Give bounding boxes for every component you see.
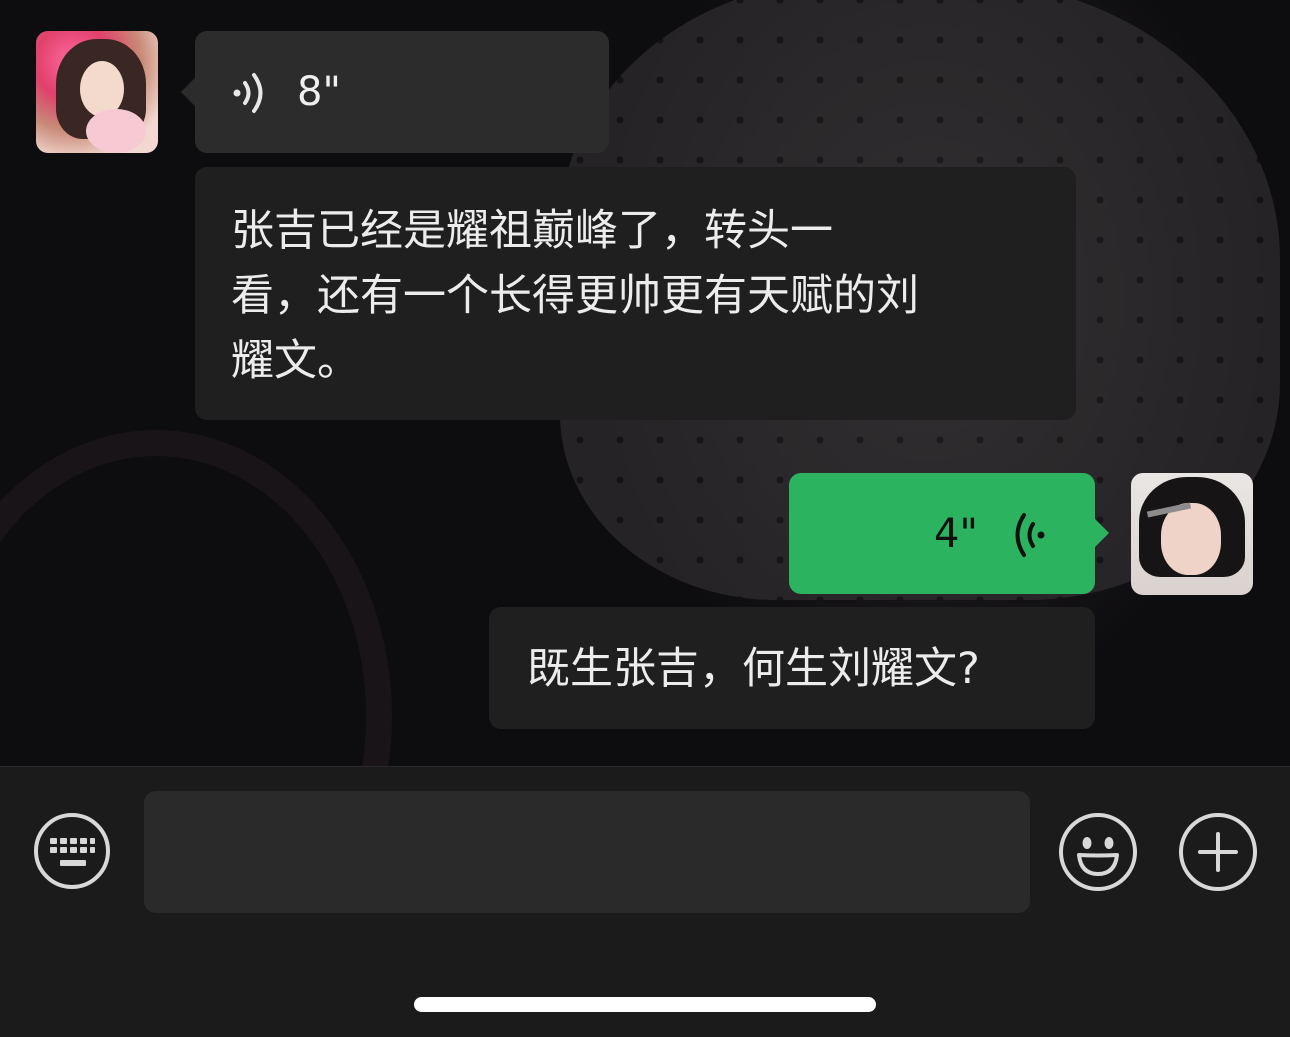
voice-wave-icon	[1015, 513, 1045, 557]
incoming-text-message[interactable]: 张吉已经是耀祖巅峰了，转头一 看，还有一个长得更帅更有天赋的刘 耀文。	[195, 167, 1076, 420]
input-bar	[0, 766, 1290, 1037]
voice-duration: 4"	[934, 511, 978, 557]
outgoing-text-message[interactable]: 既生张吉，何生刘耀文?	[489, 607, 1095, 729]
home-indicator	[414, 997, 876, 1012]
message-line: 耀文。	[231, 336, 360, 386]
message-line: 看，还有一个长得更帅更有天赋的刘	[231, 271, 919, 321]
message-input[interactable]	[144, 791, 1030, 913]
message-line: 张吉已经是耀祖巅峰了，转头一	[231, 206, 833, 256]
incoming-voice-message[interactable]: 8"	[181, 31, 609, 153]
message-line: 既生张吉，何生刘耀文?	[527, 644, 980, 694]
voice-wave-icon	[233, 73, 263, 113]
plus-icon[interactable]	[1178, 812, 1258, 892]
keyboard-icon[interactable]	[33, 812, 111, 890]
voice-duration: 8"	[297, 69, 341, 115]
outgoing-voice-message[interactable]: 4"	[789, 473, 1109, 594]
chat-area: 8" 张吉已经是耀祖巅峰了，转头一 看，还有一个长得更帅更有天赋的刘 耀文。 4…	[0, 0, 1290, 766]
my-avatar[interactable]	[1131, 473, 1253, 595]
contact-avatar[interactable]	[36, 31, 158, 153]
emoji-icon[interactable]	[1058, 812, 1138, 892]
